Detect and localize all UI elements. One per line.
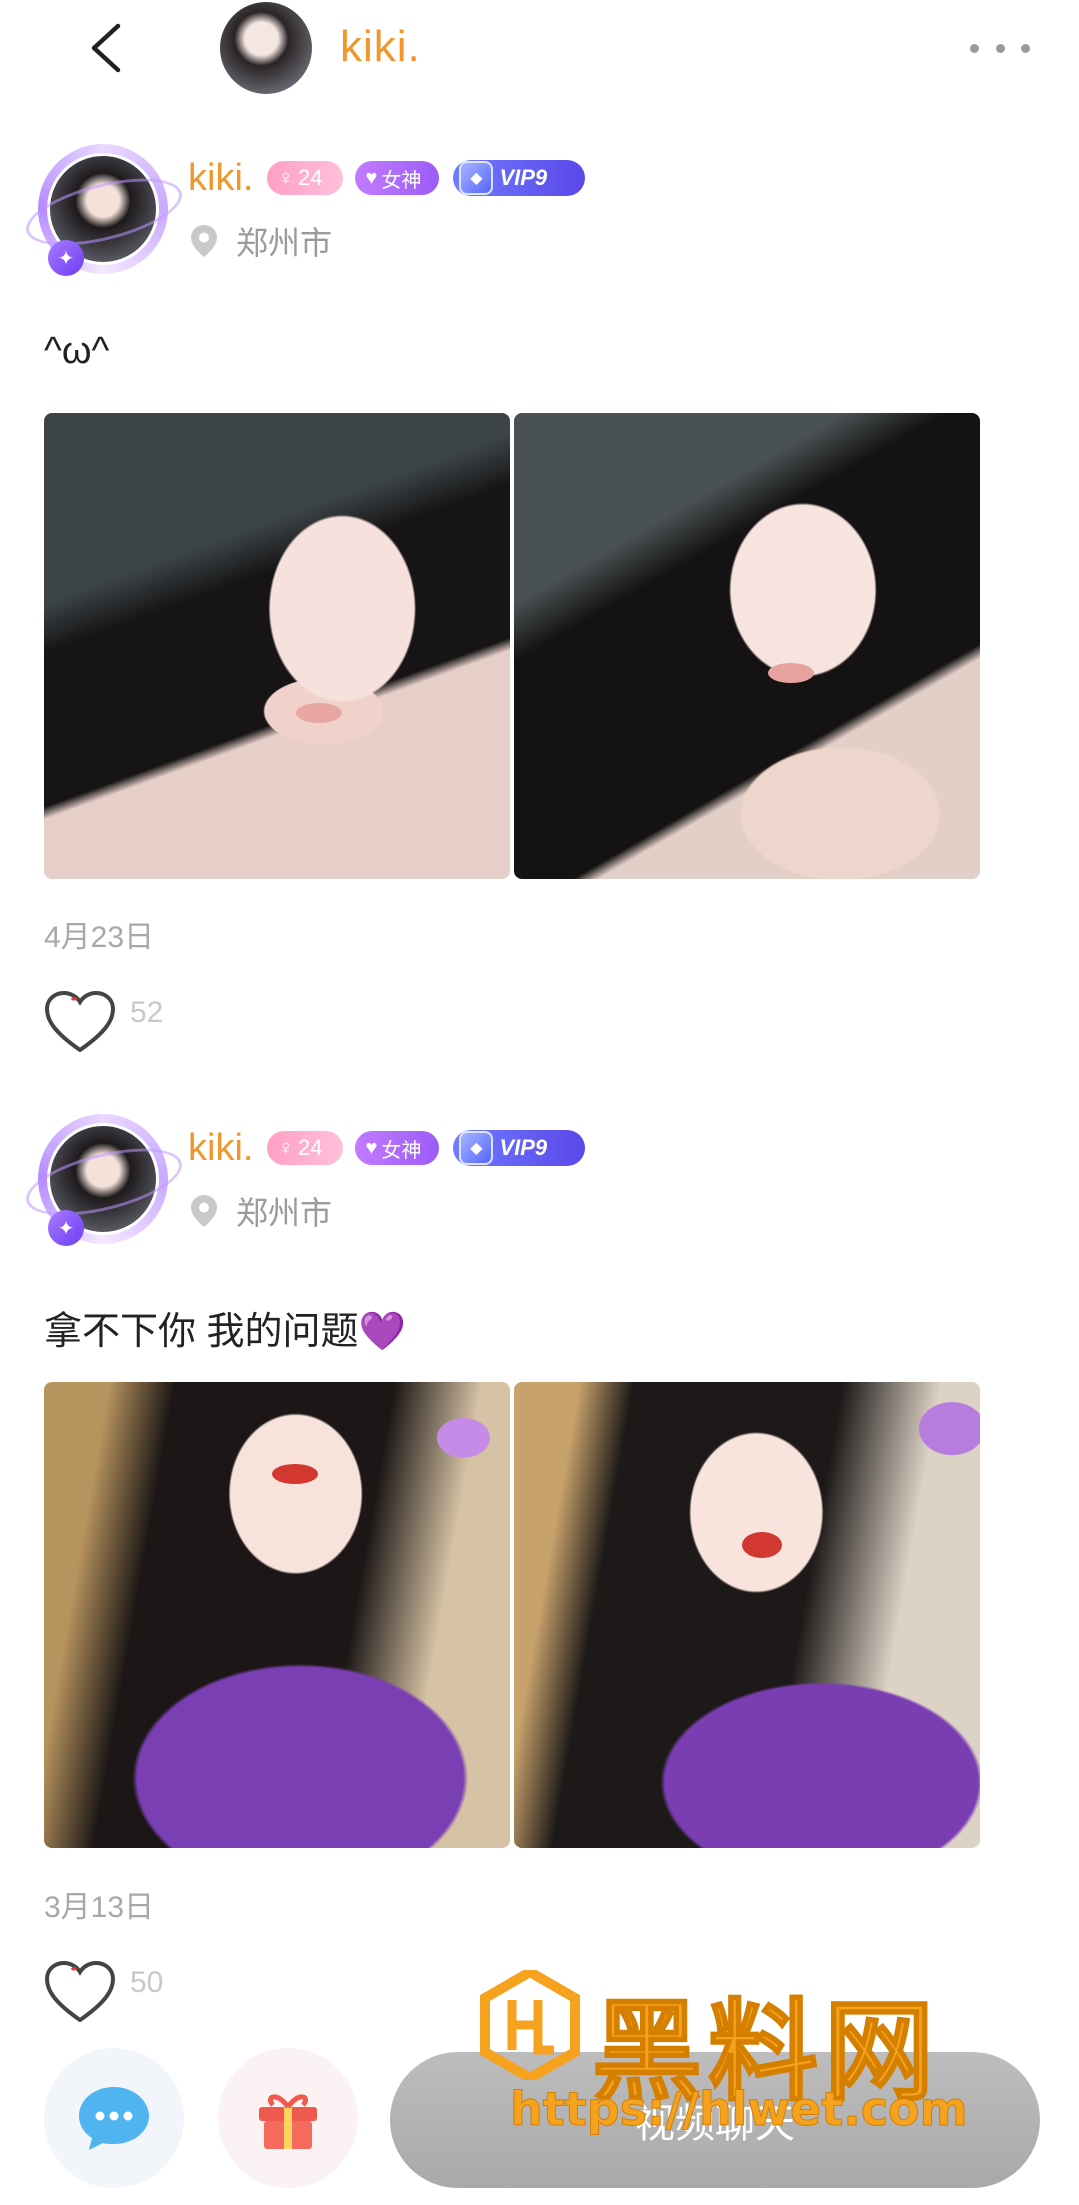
rocket-icon: ✦ — [48, 240, 84, 276]
header-title[interactable]: kiki. — [340, 22, 421, 72]
location-text: 郑州市 — [236, 225, 333, 261]
chevron-left-icon — [91, 23, 121, 73]
heart-outline-icon[interactable] — [44, 990, 116, 1054]
post-username[interactable]: kiki. — [188, 1127, 253, 1170]
goddess-badge: ♥ 女神 — [355, 161, 440, 195]
gift-icon — [259, 2094, 317, 2149]
post-date: 4月23日 — [44, 921, 155, 954]
post-text: 拿不下你 我的问题💜 — [44, 1311, 406, 1353]
header-avatar[interactable] — [220, 2, 312, 94]
bottom-action-bar: 视频聊天 — [0, 2040, 1079, 2205]
back-button[interactable] — [78, 20, 134, 76]
heart-icon: ♥ — [365, 166, 378, 189]
chat-button[interactable] — [44, 2048, 184, 2188]
top-nav-bar: kiki. — [0, 0, 1079, 110]
rocket-icon: ✦ — [48, 1210, 84, 1246]
post-images — [44, 413, 980, 879]
like-count: 50 — [130, 1966, 164, 1999]
post-avatar[interactable]: ✦ — [19, 140, 189, 280]
vip-badge: ◆ VIP9 — [453, 160, 586, 196]
video-chat-label: 视频聊天 — [635, 2102, 795, 2146]
post-photo[interactable] — [44, 1382, 510, 1848]
female-icon: ♀ — [277, 1135, 294, 1160]
chat-bubble-icon — [79, 2087, 149, 2150]
video-chat-button[interactable]: 视频聊天 — [390, 2052, 1040, 2188]
location-pin-icon — [191, 225, 217, 257]
post-avatar[interactable]: ✦ — [19, 1110, 189, 1250]
location-text: 郑州市 — [236, 1195, 333, 1231]
like-count: 52 — [130, 996, 164, 1029]
like-row: 52 — [44, 990, 163, 1054]
age-badge: ♀ 24 — [267, 161, 344, 195]
post-photo[interactable] — [44, 413, 510, 879]
like-row: 50 — [44, 1960, 163, 2024]
more-horizontal-icon — [970, 43, 979, 53]
goddess-badge: ♥ 女神 — [355, 1131, 440, 1165]
location-pin-icon — [191, 1195, 217, 1227]
more-options-button[interactable] — [970, 28, 1030, 68]
shield-icon: ◆ — [459, 161, 494, 195]
post-username[interactable]: kiki. — [188, 157, 253, 200]
post-images — [44, 1382, 980, 1848]
heart-outline-icon[interactable] — [44, 1960, 116, 2024]
shield-icon: ◆ — [459, 1131, 494, 1165]
gift-button[interactable] — [218, 2048, 358, 2188]
post-text: ^ω^ — [44, 330, 110, 372]
post-date: 3月13日 — [44, 1891, 155, 1924]
age-badge: ♀ 24 — [267, 1131, 344, 1165]
vip-badge: ◆ VIP9 — [453, 1130, 586, 1166]
post-photo[interactable] — [514, 413, 980, 879]
post-photo[interactable] — [514, 1382, 980, 1848]
female-icon: ♀ — [277, 165, 294, 190]
heart-icon: ♥ — [365, 1136, 378, 1159]
